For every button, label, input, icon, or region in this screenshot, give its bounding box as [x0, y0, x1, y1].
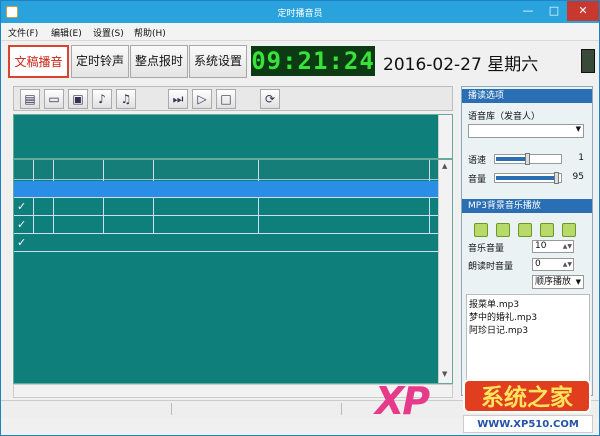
watermark-url: WWW.XP510.COM: [463, 415, 593, 433]
read-volume-spinner[interactable]: 0 ▲▼: [532, 258, 574, 271]
minimize-button[interactable]: —: [515, 1, 541, 21]
save-icon[interactable]: ▣: [68, 89, 88, 109]
speed-value: 1: [578, 153, 584, 163]
mp3-header: MP3背景音乐播放: [462, 199, 592, 213]
volume-slider-fill: [496, 176, 557, 180]
mp3-add-icon[interactable]: [540, 223, 554, 237]
schedule-grid: ✓ ✓ ✓ ▲ ▼: [13, 159, 453, 384]
menu-bar: 文件(F) 编辑(E) 设置(S) 帮助(H): [1, 23, 599, 41]
row-checkbox[interactable]: ✓: [17, 236, 26, 249]
voice-select[interactable]: ▼: [468, 124, 584, 138]
refresh-icon[interactable]: ⟳: [260, 89, 280, 109]
music-volume-label: 音乐音量: [468, 244, 505, 254]
mp3-delete-icon[interactable]: [562, 223, 576, 237]
title-bar[interactable]: 定时播音员 — □ ✕: [1, 1, 599, 23]
read-volume-value: 0: [535, 259, 541, 269]
scroll-up-icon[interactable]: ▲: [442, 162, 447, 170]
tab-hourly-chime[interactable]: 整点报时: [130, 45, 188, 78]
broadcast-options-header: 播读选项: [462, 89, 592, 103]
exit-door-icon[interactable]: [581, 49, 595, 73]
speed-slider-fill: [496, 157, 528, 161]
spinner-arrows-icon[interactable]: ▲▼: [563, 241, 572, 252]
tab-timed-ringtone[interactable]: 定时铃声: [71, 45, 129, 78]
grid-row[interactable]: ✓: [14, 217, 438, 234]
step-play-icon[interactable]: ⏭: [168, 89, 188, 109]
menu-help[interactable]: 帮助(H): [134, 26, 166, 39]
toolbar: ▤ ▭ ▣ ♪ ♫ ⏭ ▷ □ ⟳: [13, 86, 453, 111]
music-note-icon[interactable]: ♪: [92, 89, 112, 109]
window-title: 定时播音员: [277, 9, 323, 19]
speed-label: 语速: [468, 156, 487, 166]
speed-slider-thumb[interactable]: [525, 153, 530, 165]
grid-vertical-scrollbar[interactable]: ▲ ▼: [438, 160, 452, 383]
music-notes-icon[interactable]: ♫: [116, 89, 136, 109]
list-item[interactable]: 报菜单.mp3: [469, 297, 519, 310]
text-editor[interactable]: [13, 114, 453, 159]
open-folder-icon[interactable]: ▭: [44, 89, 64, 109]
speed-slider[interactable]: [494, 153, 562, 165]
date-display: 2016-02-27 星期六: [383, 55, 539, 75]
digital-clock: 09:21:24: [251, 46, 375, 76]
new-doc-icon[interactable]: ▤: [20, 89, 40, 109]
chevron-down-icon: ▼: [575, 278, 581, 286]
grid-row[interactable]: ✓: [14, 235, 438, 252]
music-volume-value: 10: [535, 241, 547, 251]
tab-document-broadcast[interactable]: 文稿播音: [8, 45, 69, 78]
status-divider: [171, 403, 172, 415]
mp3-folder-icon[interactable]: [518, 223, 532, 237]
menu-edit[interactable]: 编辑(E): [51, 26, 82, 39]
play-mode-select[interactable]: 顺序播放 ▼: [532, 275, 584, 289]
mp3-playlist[interactable]: 报菜单.mp3 梦中的婚礼.mp3 阿珍日记.mp3: [466, 294, 590, 392]
scroll-down-icon[interactable]: ▼: [442, 370, 447, 378]
status-divider: [341, 403, 342, 415]
maximize-button[interactable]: □: [541, 1, 567, 21]
menu-file[interactable]: 文件(F): [8, 26, 38, 39]
music-volume-spinner[interactable]: 10 ▲▼: [532, 240, 574, 253]
options-panel: 播读选项 语音库（发音人） ▼ 语速 1 音量 95 MP3背景音乐播放 音乐音…: [461, 86, 593, 396]
row-checkbox[interactable]: ✓: [17, 218, 26, 231]
grid-row[interactable]: [14, 181, 438, 198]
volume-value: 95: [572, 172, 584, 182]
list-item[interactable]: 阿珍日记.mp3: [469, 323, 528, 336]
row-checkbox[interactable]: ✓: [17, 200, 26, 213]
volume-slider-thumb[interactable]: [553, 172, 559, 184]
play-mode-value: 顺序播放: [535, 277, 572, 287]
mp3-stop-icon[interactable]: [496, 223, 510, 237]
menu-settings[interactable]: 设置(S): [93, 26, 124, 39]
chevron-down-icon: ▼: [575, 125, 581, 133]
play-icon[interactable]: ▷: [192, 89, 212, 109]
spinner-arrows-icon[interactable]: ▲▼: [563, 259, 572, 270]
app-window: 定时播音员 — □ ✕ 文件(F) 编辑(E) 设置(S) 帮助(H) 文稿播音…: [0, 0, 600, 436]
tab-system-settings[interactable]: 系统设置: [189, 45, 247, 78]
volume-label: 音量: [468, 175, 487, 185]
close-button[interactable]: ✕: [567, 1, 599, 21]
grid-header: [14, 160, 452, 180]
volume-slider[interactable]: [494, 172, 562, 184]
read-volume-label: 朗读时音量: [468, 262, 514, 272]
watermark-xp-logo: XP: [375, 379, 430, 423]
mp3-play-icon[interactable]: [474, 223, 488, 237]
editor-scrollbar[interactable]: [438, 115, 452, 158]
grid-row[interactable]: ✓: [14, 199, 438, 216]
voice-label: 语音库（发音人）: [468, 112, 541, 122]
watermark-brand: 系统之家: [463, 379, 591, 413]
list-item[interactable]: 梦中的婚礼.mp3: [469, 310, 537, 323]
stop-icon[interactable]: □: [216, 89, 236, 109]
